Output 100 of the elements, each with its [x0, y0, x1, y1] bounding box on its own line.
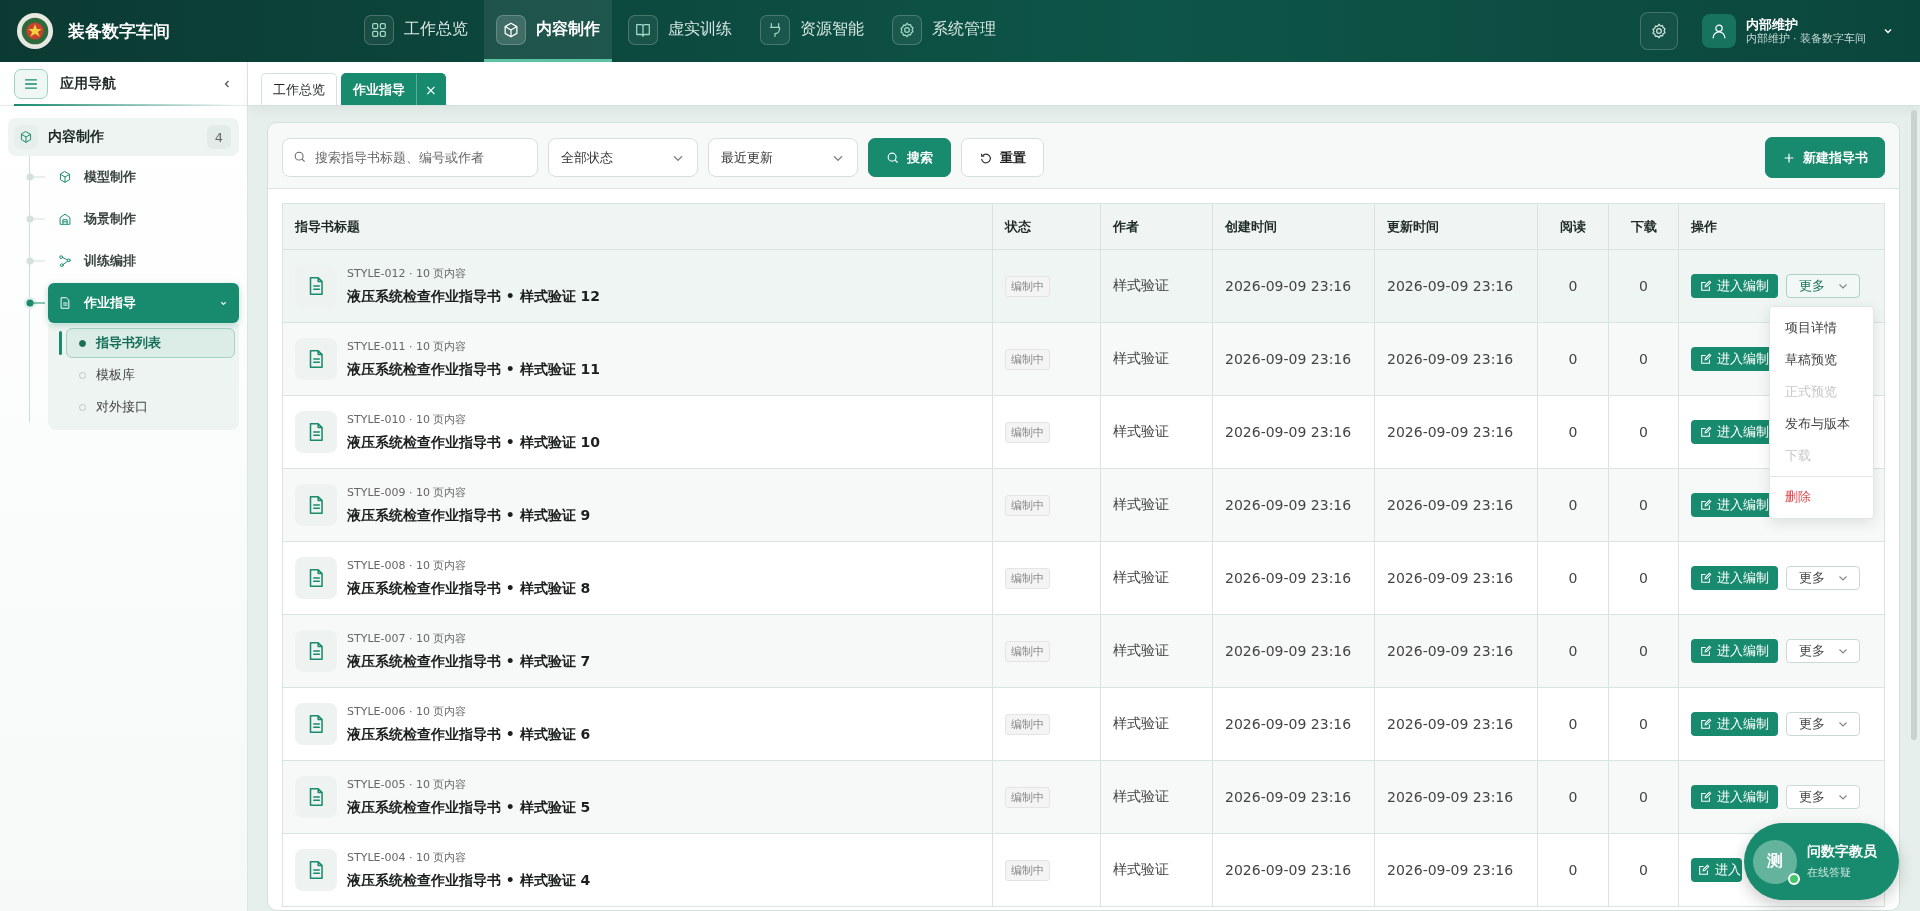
- document-icon: [295, 849, 337, 891]
- document-icon: [295, 557, 337, 599]
- table-cell: 0: [1568, 424, 1578, 440]
- document-icon: [295, 703, 337, 745]
- sidebar-title: 应用导航: [60, 74, 117, 93]
- edit-button[interactable]: 进入编制: [1691, 566, 1778, 590]
- guide-title: 液压系统检查作业指导书 • 样式验证 11: [347, 361, 601, 379]
- document-icon: [295, 776, 337, 818]
- table-cell: 样式验证: [1113, 496, 1169, 512]
- submenu-item[interactable]: 指导书列表: [66, 328, 235, 358]
- guide-meta: STYLE-004 · 10 页内容: [347, 850, 468, 865]
- status-tag: 编制中: [1005, 275, 1050, 297]
- assistant-avatar: 测: [1753, 839, 1797, 884]
- more-button[interactable]: 更多: [1786, 712, 1860, 736]
- column-header: 操作: [1678, 203, 1885, 250]
- submenu-item[interactable]: 对外接口: [66, 392, 235, 422]
- edit-button[interactable]: 进入编制: [1691, 785, 1778, 809]
- sort-select[interactable]: 最近更新: [708, 138, 858, 177]
- cube-icon: [58, 170, 72, 184]
- guide-meta: STYLE-006 · 10 页内容: [347, 704, 468, 719]
- emblem-logo: [16, 12, 54, 50]
- search-icon: [886, 150, 900, 165]
- page-tab[interactable]: 作业指导 ×: [341, 73, 446, 105]
- guide-meta: STYLE-011 · 10 页内容: [347, 339, 468, 354]
- table-cell: 0: [1639, 351, 1648, 367]
- nav-tab[interactable]: 内容制作: [484, 0, 612, 62]
- edit-icon: [1700, 718, 1712, 730]
- status-tag: 编制中: [1005, 348, 1050, 370]
- table-cell: 2026-09-09 23:16: [1387, 643, 1514, 659]
- table-cell: 2026-09-09 23:16: [1225, 862, 1352, 878]
- table-cell: 样式验证: [1113, 642, 1169, 658]
- guide-meta: STYLE-008 · 10 页内容: [347, 558, 468, 573]
- count-badge: 4: [207, 125, 231, 149]
- edit-button[interactable]: 进入编制: [1691, 712, 1778, 736]
- settings-button[interactable]: [1639, 12, 1678, 50]
- nav-tab[interactable]: 系统管理: [880, 0, 1008, 62]
- scrollbar[interactable]: [1911, 110, 1917, 740]
- table-cell: 0: [1568, 643, 1578, 659]
- table-cell: 0: [1639, 424, 1648, 440]
- table-row[interactable]: STYLE-005 · 10 页内容 液压系统检查作业指导书 • 样式验证 5 编制中 样式验证 2026-09-09 23:16 2026-09-09 23:16 0 0 进入编制 更多: [282, 760, 1885, 834]
- table-cell: 0: [1568, 351, 1578, 367]
- section-label: 内容制作: [48, 128, 105, 146]
- edit-button[interactable]: 进入编制: [1691, 274, 1778, 298]
- table-cell: 0: [1568, 862, 1578, 878]
- table-cell: 0: [1568, 789, 1578, 805]
- search-button[interactable]: 搜索: [868, 138, 951, 177]
- table-cell: 0: [1639, 497, 1648, 513]
- edit-icon: [1698, 864, 1710, 876]
- table-cell: 2026-09-09 23:16: [1387, 424, 1514, 440]
- nav-tab[interactable]: 虚实训练: [616, 0, 744, 62]
- document-icon: [58, 296, 72, 310]
- status-tag: 编制中: [1005, 859, 1050, 881]
- document-icon: [295, 338, 337, 380]
- edit-button[interactable]: 进入编制: [1691, 639, 1778, 663]
- cube-icon: [502, 20, 520, 39]
- cube-icon: [19, 130, 33, 144]
- table-row[interactable]: STYLE-006 · 10 页内容 液压系统检查作业指导书 • 样式验证 6 编制中 样式验证 2026-09-09 23:16 2026-09-09 23:16 0 0 进入编制 更多: [282, 687, 1885, 761]
- reset-button[interactable]: 重置: [961, 138, 1044, 177]
- table-cell: 2026-09-09 23:16: [1387, 862, 1514, 878]
- table-cell: 样式验证: [1113, 569, 1169, 585]
- more-button[interactable]: 更多: [1786, 566, 1860, 590]
- nav-tab[interactable]: 工作总览: [352, 0, 480, 62]
- column-header: 阅读: [1537, 203, 1609, 250]
- grid-icon: [370, 20, 388, 39]
- tree-item[interactable]: 模型制作: [48, 160, 239, 194]
- edit-button[interactable]: 进入: [1691, 858, 1742, 882]
- column-header: 指导书标题: [282, 203, 993, 250]
- guide-meta: STYLE-009 · 10 页内容: [347, 485, 468, 500]
- page-tab[interactable]: 工作总览: [261, 73, 337, 105]
- menu-button[interactable]: [14, 68, 48, 99]
- tree-item[interactable]: 训练编排: [48, 244, 239, 278]
- more-button[interactable]: 更多: [1786, 785, 1860, 809]
- guide-meta: STYLE-012 · 10 页内容: [347, 266, 468, 281]
- table-cell: 0: [1639, 716, 1648, 732]
- search-field[interactable]: 搜索指导书标题、编号或作者: [282, 138, 538, 177]
- edit-icon: [1700, 280, 1712, 292]
- tree-item[interactable]: 作业指导: [48, 283, 239, 323]
- table-cell: 2026-09-09 23:16: [1387, 351, 1514, 367]
- more-button[interactable]: 更多: [1786, 639, 1860, 663]
- new-guide-button[interactable]: 新建指导书: [1765, 137, 1885, 178]
- assistant-title: 问数字教员: [1807, 843, 1877, 861]
- table-row[interactable]: STYLE-008 · 10 页内容 液压系统检查作业指导书 • 样式验证 8 编制中 样式验证 2026-09-09 23:16 2026-09-09 23:16 0 0 进入编制 更多: [282, 541, 1885, 615]
- user-avatar[interactable]: [1701, 14, 1736, 48]
- user-name: 内部维护: [1745, 16, 1799, 33]
- edit-icon: [1700, 572, 1712, 584]
- guide-title: 液压系统检查作业指导书 • 样式验证 8: [347, 580, 591, 598]
- more-button[interactable]: 更多: [1786, 274, 1860, 298]
- nav-tab[interactable]: 资源智能: [748, 0, 876, 62]
- tree-section[interactable]: 内容制作 4: [8, 118, 239, 156]
- table-cell: 2026-09-09 23:16: [1225, 497, 1352, 513]
- tree-item[interactable]: 场景制作: [48, 202, 239, 236]
- table-cell: 样式验证: [1113, 788, 1169, 804]
- table-cell: 2026-09-09 23:16: [1225, 643, 1352, 659]
- status-select[interactable]: 全部状态: [548, 138, 698, 177]
- table-row[interactable]: STYLE-007 · 10 页内容 液压系统检查作业指导书 • 样式验证 7 编制中 样式验证 2026-09-09 23:16 2026-09-09 23:16 0 0 进入编制 更多: [282, 614, 1885, 688]
- close-button[interactable]: ×: [416, 74, 445, 105]
- settings-icon: [1649, 22, 1668, 40]
- column-header: 创建时间: [1212, 203, 1375, 250]
- search-icon: [293, 150, 307, 164]
- submenu-item[interactable]: 模板库: [66, 360, 235, 390]
